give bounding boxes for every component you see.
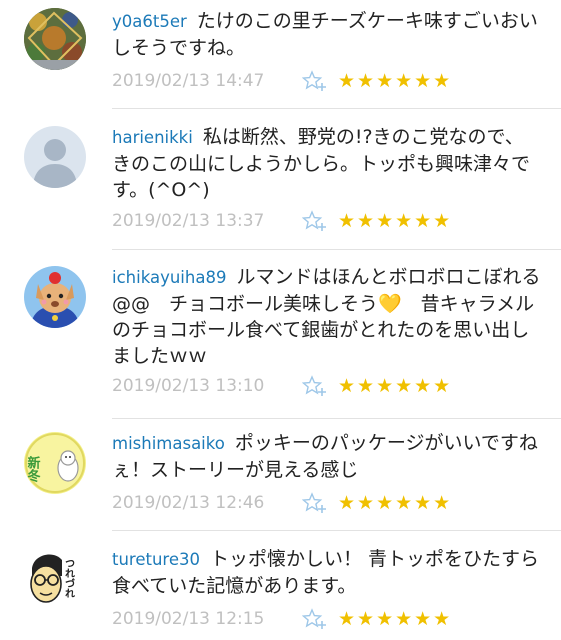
comment-item: つれづれ tureture30 トッポ懐かしい！ 青トッポをひたすら食べていた記憶… xyxy=(0,532,561,640)
comment-item: y0a6t5er たけのこの里チーズケーキ味すごいおいしそうですね。 2019/0… xyxy=(0,0,561,110)
comment-meta: 2019/02/13 13:10 ★★★★★★ xyxy=(112,373,552,399)
username-link[interactable]: tureture30 xyxy=(112,550,200,569)
favorite-button[interactable] xyxy=(302,492,328,514)
star-rating: ★★★★★★ xyxy=(338,492,453,514)
comment-meta: 2019/02/13 12:46 ★★★★★★ xyxy=(112,490,552,516)
dog-character-avatar-icon xyxy=(24,266,86,328)
star-plus-icon xyxy=(302,70,326,91)
pattern-avatar-icon xyxy=(24,8,86,70)
username-link[interactable]: mishimasaiko xyxy=(112,434,225,453)
username-link[interactable]: ichikayuiha89 xyxy=(112,268,226,287)
user-avatar[interactable] xyxy=(24,8,86,70)
star-plus-icon xyxy=(302,210,326,231)
new-winter-avatar-icon: 新冬 xyxy=(24,432,86,494)
comment-item: 新冬 mishimasaiko ポッキーのパッケージがいいですねぇ！ストーリーが見… xyxy=(0,420,561,532)
avatar-text: 新冬 xyxy=(25,455,41,483)
divider xyxy=(112,418,561,419)
comment-meta: 2019/02/13 13:37 ★★★★★★ xyxy=(112,208,552,234)
timestamp: 2019/02/13 12:46 xyxy=(112,493,265,513)
default-person-avatar-icon xyxy=(24,126,86,188)
star-rating: ★★★★★★ xyxy=(338,210,453,232)
user-avatar[interactable]: 新冬 xyxy=(24,432,86,494)
timestamp: 2019/02/13 12:15 xyxy=(112,609,265,629)
timestamp: 2019/02/13 13:37 xyxy=(112,211,265,231)
user-avatar[interactable]: つれづれ xyxy=(24,546,86,608)
comment-meta: 2019/02/13 14:47 ★★★★★★ xyxy=(112,68,552,94)
comment-body: tureture30 トッポ懐かしい！ 青トッポをひたすら食べていた記憶があります… xyxy=(112,546,542,599)
favorite-button[interactable] xyxy=(302,375,328,397)
username-link[interactable]: y0a6t5er xyxy=(112,12,187,31)
comment-meta: 2019/02/13 12:15 ★★★★★★ xyxy=(112,606,552,632)
glasses-face-avatar-icon: つれづれ xyxy=(24,546,86,608)
star-plus-icon xyxy=(302,492,326,513)
comment-item: harienikki 私は断然、野党の!?きのこ党なので、きのこの山にしようかしら… xyxy=(0,110,561,250)
star-plus-icon xyxy=(302,375,326,396)
divider xyxy=(112,108,561,109)
comment-body: y0a6t5er たけのこの里チーズケーキ味すごいおいしそうですね。 xyxy=(112,8,542,61)
user-avatar[interactable] xyxy=(24,266,86,328)
favorite-button[interactable] xyxy=(302,608,328,630)
comment-body: harienikki 私は断然、野党の!?きのこ党なので、きのこの山にしようかしら… xyxy=(112,124,542,203)
favorite-button[interactable] xyxy=(302,210,328,232)
comment-body: mishimasaiko ポッキーのパッケージがいいですねぇ！ストーリーが見える感… xyxy=(112,430,542,483)
comment-list: y0a6t5er たけのこの里チーズケーキ味すごいおいしそうですね。 2019/0… xyxy=(0,0,561,640)
star-rating: ★★★★★★ xyxy=(338,608,453,630)
comment-item: ichikayuiha89 ルマンドはほんとボロボロこぼれる@@ チョコボール美味… xyxy=(0,250,561,420)
divider xyxy=(112,530,561,531)
timestamp: 2019/02/13 14:47 xyxy=(112,71,265,91)
user-avatar[interactable] xyxy=(24,126,86,188)
avatar-text: つれづれ xyxy=(63,558,75,598)
username-link[interactable]: harienikki xyxy=(112,128,193,147)
timestamp: 2019/02/13 13:10 xyxy=(112,376,265,396)
favorite-button[interactable] xyxy=(302,70,328,92)
star-plus-icon xyxy=(302,608,326,629)
comment-body: ichikayuiha89 ルマンドはほんとボロボロこぼれる@@ チョコボール美味… xyxy=(112,264,542,369)
star-rating: ★★★★★★ xyxy=(338,375,453,397)
star-rating: ★★★★★★ xyxy=(338,70,453,92)
